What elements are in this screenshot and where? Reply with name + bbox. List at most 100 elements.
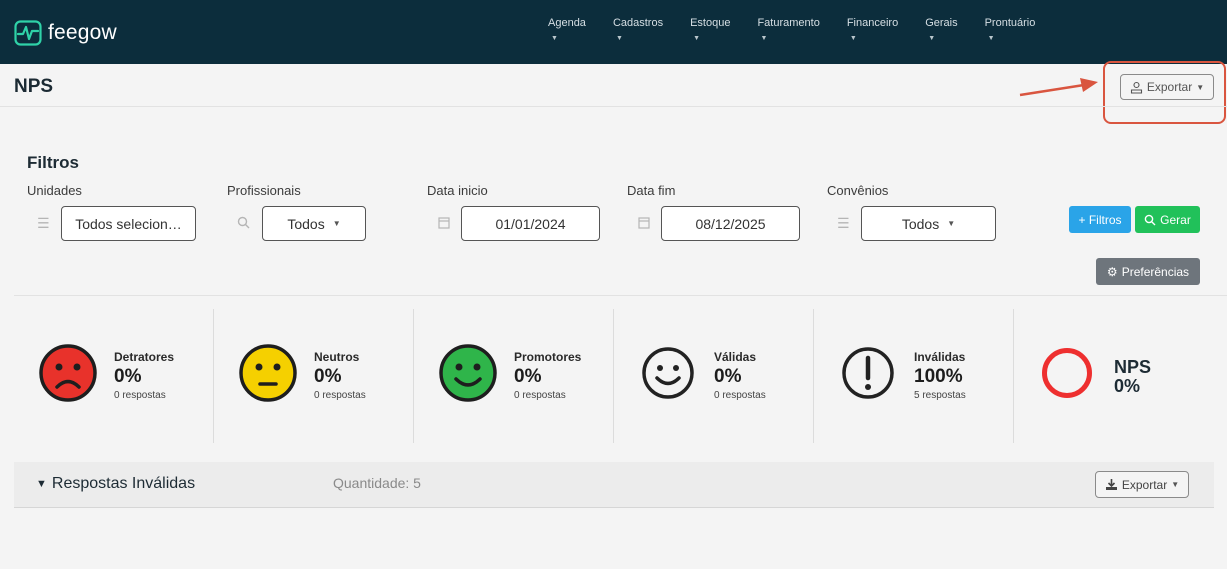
stat-responses: 0 respostas xyxy=(514,390,566,401)
add-filters-button[interactable]: + Filtros xyxy=(1069,206,1131,233)
data-inicio-label: Data inicio xyxy=(427,183,488,198)
stat-label: Promotores xyxy=(514,350,582,364)
nav-item-label: Gerais xyxy=(925,17,958,29)
nav-item-financeiro[interactable]: Financeiro ▼ xyxy=(847,17,898,42)
neutral-face-icon xyxy=(239,344,297,402)
chevron-down-icon: ▼ xyxy=(947,219,956,228)
nav-item-label: Financeiro xyxy=(846,17,899,29)
smile-outline-icon xyxy=(642,347,694,399)
chevron-down-icon: ▼ xyxy=(693,35,701,42)
list-icon: ☰ xyxy=(837,215,850,231)
annotation-arrow-icon xyxy=(1019,78,1098,97)
calendar-icon xyxy=(638,217,650,229)
stat-responses: 0 respostas xyxy=(714,390,766,401)
export-invalid-label: Exportar xyxy=(1121,477,1168,492)
convenios-select[interactable]: Todos ▼ xyxy=(861,206,996,241)
convenios-value: Todos xyxy=(901,215,940,232)
nps-label: NPS xyxy=(1114,357,1152,377)
nav-item-cadastros[interactable]: Cadastros ▼ xyxy=(613,17,663,42)
invalid-responses-panel: ▼ Respostas Inválidas Quantidade: 5 Expo… xyxy=(14,462,1214,508)
nav-item-agenda[interactable]: Agenda ▼ xyxy=(548,17,586,42)
nav-item-prontuario[interactable]: Prontuário ▼ xyxy=(985,17,1036,42)
chevron-down-icon: ▼ xyxy=(1171,480,1180,489)
nav-item-label: Estoque xyxy=(690,17,731,29)
data-inicio-input[interactable]: 01/01/2024 xyxy=(461,206,600,241)
filters-divider xyxy=(14,295,1227,296)
stat-label: Inválidas xyxy=(914,350,966,364)
chevron-down-icon: ▼ xyxy=(551,35,558,42)
download-icon xyxy=(1105,479,1117,490)
chevron-down-icon: ▼ xyxy=(987,35,995,42)
profissionais-label: Profissionais xyxy=(227,183,301,198)
feegow-logo-icon xyxy=(14,20,42,46)
filters-title: Filtros xyxy=(27,153,79,172)
stat-responses: 0 respostas xyxy=(114,390,166,401)
header-divider xyxy=(0,106,1227,107)
generate-button-label: Gerar xyxy=(1160,212,1191,227)
nav-item-faturamento[interactable]: Faturamento ▼ xyxy=(757,17,819,42)
nav-item-label: Cadastros xyxy=(612,17,664,29)
top-navbar: feegow Agenda ▼ Cadastros ▼ Estoque ▼ Fatur… xyxy=(0,0,1227,64)
chevron-down-icon: ▼ xyxy=(928,35,936,42)
logo[interactable]: feegow xyxy=(14,20,117,46)
chevron-down-icon: ▼ xyxy=(615,35,623,42)
preferences-button-label: Preferências xyxy=(1121,264,1190,279)
data-inicio-value: 01/01/2024 xyxy=(495,215,566,232)
nav-item-estoque[interactable]: Estoque ▼ xyxy=(690,17,730,42)
stat-detratores: Detratores 0% 0 respostas xyxy=(14,309,214,443)
stat-invalidas: Inválidas 100% 5 respostas xyxy=(814,309,1014,443)
exclamation-icon xyxy=(842,347,894,399)
search-icon xyxy=(1144,214,1156,225)
export-button-label: Exportar xyxy=(1146,80,1193,94)
caret-down-icon: ▼ xyxy=(36,478,47,490)
profissionais-value: Todos xyxy=(287,215,325,232)
stat-responses: 5 respostas xyxy=(914,390,966,401)
data-fim-value: 08/12/2025 xyxy=(695,215,766,232)
stat-percent: 0% xyxy=(114,366,142,387)
gear-icon: ⚙ xyxy=(1106,264,1118,279)
chevron-down-icon: ▼ xyxy=(849,35,857,42)
stat-label: Neutros xyxy=(314,350,360,364)
stat-label: Válidas xyxy=(714,350,757,364)
unidades-label: Unidades xyxy=(27,183,82,198)
export-button[interactable]: Exportar ▼ xyxy=(1120,74,1214,100)
unidades-value: Todos selecion… xyxy=(75,215,182,232)
nav-item-label: Prontuário xyxy=(984,17,1036,29)
nps-summary: NPS 0% xyxy=(1114,358,1151,396)
stat-validas: Válidas 0% 0 respostas xyxy=(614,309,814,443)
calendar-icon xyxy=(438,217,450,229)
stat-percent: 100% xyxy=(914,366,963,387)
nps-value: 0% xyxy=(1114,376,1141,396)
stat-responses: 0 respostas xyxy=(314,390,366,401)
search-icon xyxy=(237,216,250,229)
list-icon: ☰ xyxy=(37,215,50,231)
stat-percent: 0% xyxy=(514,366,542,387)
stat-percent: 0% xyxy=(714,366,742,387)
invalid-responses-title: Respostas Inválidas xyxy=(51,475,196,492)
chevron-down-icon: ▼ xyxy=(332,219,341,228)
chevron-down-icon: ▼ xyxy=(1196,82,1205,92)
invalid-responses-quantity: Quantidade: 5 xyxy=(333,475,421,491)
stat-neutros: Neutros 0% 0 respostas xyxy=(214,309,414,443)
data-fim-label: Data fim xyxy=(627,183,676,198)
profissionais-select[interactable]: Todos ▼ xyxy=(262,206,366,241)
invalid-responses-toggle[interactable]: ▼ Respostas Inválidas xyxy=(36,475,195,493)
preferences-button[interactable]: ⚙ Preferências xyxy=(1096,258,1200,285)
happy-face-icon xyxy=(439,344,497,402)
generate-button[interactable]: Gerar xyxy=(1135,206,1200,233)
export-invalid-button[interactable]: Exportar ▼ xyxy=(1095,471,1189,498)
nav-item-label: Agenda xyxy=(548,17,586,29)
unidades-select[interactable]: Todos selecion… xyxy=(61,206,196,241)
chevron-down-icon: ▼ xyxy=(760,35,768,42)
stat-promotores: Promotores 0% 0 respostas xyxy=(414,309,614,443)
convenios-label: Convênios xyxy=(827,183,889,198)
export-user-icon xyxy=(1130,81,1142,94)
nps-ring-icon xyxy=(1042,348,1092,398)
sad-face-icon xyxy=(39,344,97,402)
nav-item-gerais[interactable]: Gerais ▼ xyxy=(925,17,957,42)
stat-percent: 0% xyxy=(314,366,342,387)
page-title: NPS xyxy=(14,76,54,97)
data-fim-input[interactable]: 08/12/2025 xyxy=(661,206,800,241)
logo-text: feegow xyxy=(48,21,117,44)
main-nav: Agenda ▼ Cadastros ▼ Estoque ▼ Faturamento ▼… xyxy=(548,17,1062,42)
